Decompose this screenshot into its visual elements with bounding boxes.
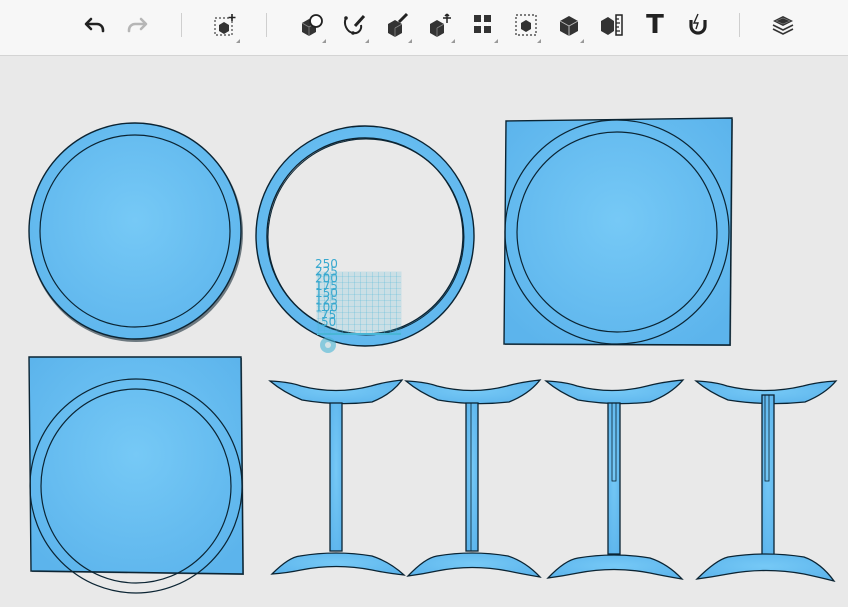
measure-button[interactable]: [595, 8, 629, 42]
primitives-icon: [301, 14, 323, 36]
sketch-icon: [343, 14, 366, 35]
main-toolbar: T: [0, 0, 848, 56]
measure-icon: [601, 14, 623, 36]
primitives-button[interactable]: [294, 8, 328, 43]
add-object-button[interactable]: [208, 8, 242, 43]
sketch-button[interactable]: [337, 8, 371, 43]
construct-button[interactable]: [380, 8, 414, 43]
scene: 2502252001751501251007550: [28, 117, 838, 594]
redo-button[interactable]: [120, 8, 154, 42]
square-plate-part[interactable]: [28, 356, 244, 594]
ruler-tick-label: 50: [321, 315, 336, 329]
modify-button[interactable]: [423, 8, 457, 43]
square-plate-part[interactable]: [503, 117, 733, 346]
text-icon: T: [646, 10, 664, 40]
snap-button[interactable]: [681, 8, 715, 42]
disc-part[interactable]: [28, 122, 243, 342]
materials-button[interactable]: [766, 8, 800, 42]
toolbar-separator: [266, 13, 267, 37]
undo-button[interactable]: [78, 8, 112, 42]
pattern-button[interactable]: [466, 8, 500, 43]
toolbar-separator: [739, 13, 740, 37]
redo-icon: [127, 17, 148, 33]
toolbar-separator: [181, 13, 182, 37]
add-box-icon: [214, 14, 236, 36]
combine-button[interactable]: [552, 8, 586, 43]
pattern-icon: [474, 15, 491, 33]
layers-icon: [772, 16, 794, 35]
leg-part[interactable]: [268, 379, 406, 576]
text-button[interactable]: T: [638, 8, 672, 42]
grouping-button[interactable]: [509, 8, 543, 43]
leg-part[interactable]: [404, 379, 542, 578]
grouping-icon: [515, 14, 537, 36]
leg-part[interactable]: [544, 379, 685, 580]
magnet-icon: [689, 13, 707, 35]
construct-icon: [388, 12, 409, 37]
workspace-canvas[interactable]: 250 225 200 175 150 125 100 75 50: [0, 56, 848, 607]
undo-icon: [84, 17, 105, 33]
leg-part[interactable]: [694, 380, 838, 583]
combine-icon: [559, 16, 579, 36]
modify-icon: [430, 13, 451, 37]
